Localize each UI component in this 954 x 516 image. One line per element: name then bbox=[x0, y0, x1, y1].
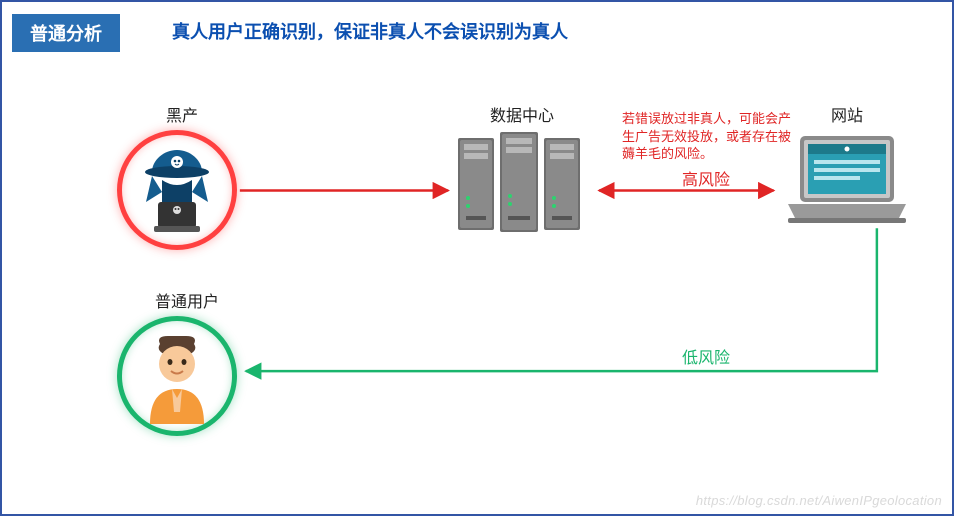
diagram-frame: 普通分析 真人用户正确识别，保证非真人不会误识别为真人 黑产 数据中心 bbox=[0, 0, 954, 516]
arrows-overlay bbox=[2, 2, 952, 514]
label-high-risk: 高风险 bbox=[682, 166, 730, 190]
headline-text: 真人用户正确识别，保证非真人不会误识别为真人 bbox=[172, 18, 568, 44]
section-badge: 普通分析 bbox=[12, 14, 120, 52]
label-website: 网站 bbox=[822, 102, 872, 126]
label-datacenter: 数据中心 bbox=[477, 102, 567, 126]
watermark-text: https://blog.csdn.net/AiwenIPgeolocation bbox=[696, 493, 942, 508]
label-low-risk: 低风险 bbox=[682, 344, 730, 368]
user-icon bbox=[138, 334, 216, 424]
arrow-website-to-user bbox=[246, 228, 877, 371]
hacker-icon bbox=[134, 142, 220, 238]
label-hacker: 黑产 bbox=[152, 102, 212, 126]
label-user: 普通用户 bbox=[142, 288, 232, 312]
warning-text: 若错误放过非真人，可能会产生广告无效投放，或者存在被薅羊毛的风险。 bbox=[622, 110, 802, 163]
server-icon bbox=[452, 130, 592, 240]
